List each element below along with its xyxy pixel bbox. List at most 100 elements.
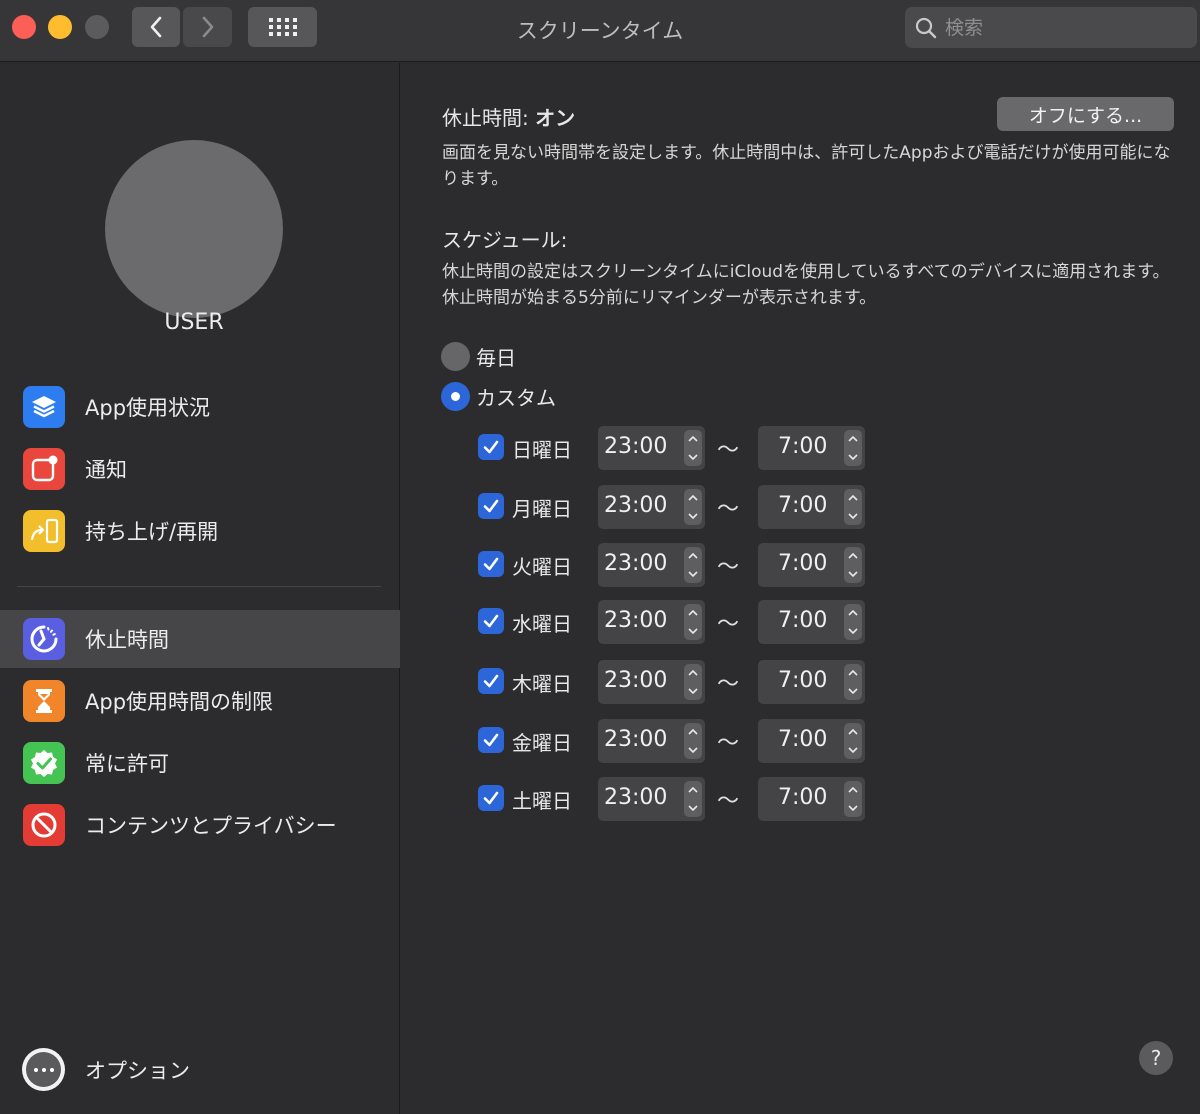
search-input[interactable] — [945, 16, 1185, 39]
time-stepper[interactable] — [844, 723, 862, 759]
time-stepper[interactable] — [684, 604, 702, 640]
time-separator: 〜 — [717, 612, 740, 637]
title-bar: スクリーンタイム — [0, 0, 1200, 62]
day-label: 木曜日 — [512, 672, 572, 696]
time-stepper[interactable] — [844, 489, 862, 525]
time-separator: 〜 — [717, 789, 740, 814]
end-time-field[interactable]: 7:00 — [758, 485, 865, 529]
sidebar-item-app-limits[interactable]: App使用時間の制限 — [0, 672, 400, 730]
start-time-value[interactable]: 23:00 — [604, 434, 667, 459]
time-stepper[interactable] — [844, 430, 862, 466]
day-label: 金曜日 — [512, 731, 572, 755]
end-time-field[interactable]: 7:00 — [758, 777, 865, 821]
end-time-value[interactable]: 7:00 — [778, 727, 827, 752]
sidebar-item-downtime[interactable]: 休止時間 — [0, 610, 400, 668]
sidebar-divider — [17, 586, 381, 587]
options-label[interactable]: オプション — [85, 1055, 190, 1085]
start-time-value[interactable]: 23:00 — [604, 785, 667, 810]
radio-button[interactable] — [441, 341, 470, 371]
time-stepper[interactable] — [844, 604, 862, 640]
help-button[interactable]: ? — [1139, 1041, 1173, 1075]
end-time-value[interactable]: 7:00 — [778, 493, 827, 518]
day-checkbox[interactable] — [478, 727, 504, 753]
day-checkbox[interactable] — [478, 434, 504, 460]
time-stepper[interactable] — [684, 723, 702, 759]
day-checkbox[interactable] — [478, 493, 504, 519]
day-row: 月曜日 23:00 〜 7:00 — [478, 485, 878, 529]
end-time-value[interactable]: 7:00 — [778, 608, 827, 633]
checkmark-icon — [483, 733, 499, 747]
time-stepper[interactable] — [684, 430, 702, 466]
start-time-field[interactable]: 23:00 — [598, 485, 705, 529]
avatar[interactable] — [105, 140, 283, 318]
downtime-panel: 休止時間: オン オフにする... 画面を見ない時間帯を設定します。休止時間中は… — [401, 63, 1200, 1114]
time-stepper[interactable] — [844, 664, 862, 700]
time-separator: 〜 — [717, 438, 740, 463]
radio-everyday[interactable]: 毎日 — [441, 341, 516, 371]
end-time-field[interactable]: 7:00 — [758, 426, 865, 470]
start-time-field[interactable]: 23:00 — [598, 426, 705, 470]
time-separator: 〜 — [717, 731, 740, 756]
start-time-field[interactable]: 23:00 — [598, 660, 705, 704]
notification-icon — [23, 448, 65, 490]
start-time-field[interactable]: 23:00 — [598, 777, 705, 821]
end-time-field[interactable]: 7:00 — [758, 543, 865, 587]
time-stepper[interactable] — [684, 547, 702, 583]
time-stepper[interactable] — [684, 489, 702, 525]
time-stepper[interactable] — [684, 664, 702, 700]
end-time-field[interactable]: 7:00 — [758, 600, 865, 644]
day-checkbox[interactable] — [478, 785, 504, 811]
start-time-field[interactable]: 23:00 — [598, 600, 705, 644]
day-row: 水曜日 23:00 〜 7:00 — [478, 600, 878, 644]
day-row: 土曜日 23:00 〜 7:00 — [478, 777, 878, 821]
restriction-icon — [23, 804, 65, 846]
time-stepper[interactable] — [844, 547, 862, 583]
day-label: 月曜日 — [512, 497, 572, 521]
day-label: 土曜日 — [512, 789, 572, 813]
search-field[interactable] — [905, 7, 1197, 48]
checkmark-icon — [483, 499, 499, 513]
start-time-value[interactable]: 23:00 — [604, 493, 667, 518]
sidebar-item-app-usage[interactable]: App使用状況 — [0, 378, 400, 436]
start-time-value[interactable]: 23:00 — [604, 668, 667, 693]
sidebar-item-notifications[interactable]: 通知 — [0, 440, 400, 498]
day-label: 火曜日 — [512, 555, 572, 579]
downtime-status-value: オン — [535, 106, 576, 130]
checkmark-icon — [483, 791, 499, 805]
radio-custom[interactable]: カスタム — [441, 381, 556, 411]
day-row: 火曜日 23:00 〜 7:00 — [478, 543, 878, 587]
time-separator: 〜 — [717, 672, 740, 697]
start-time-value[interactable]: 23:00 — [604, 608, 667, 633]
sidebar-item-label: 常に許可 — [85, 752, 169, 776]
checkmark-icon — [483, 440, 499, 454]
end-time-value[interactable]: 7:00 — [778, 668, 827, 693]
day-checkbox[interactable] — [478, 551, 504, 577]
sidebar-item-pickups[interactable]: 持ち上げ/再開 — [0, 502, 400, 560]
day-checkbox[interactable] — [478, 668, 504, 694]
schedule-title: スケジュール: — [442, 228, 568, 252]
end-time-value[interactable]: 7:00 — [778, 434, 827, 459]
start-time-field[interactable]: 23:00 — [598, 543, 705, 587]
start-time-value[interactable]: 23:00 — [604, 727, 667, 752]
downtime-status-label: 休止時間: — [442, 106, 529, 130]
day-checkbox[interactable] — [478, 608, 504, 634]
end-time-value[interactable]: 7:00 — [778, 551, 827, 576]
checkmark-badge-icon — [23, 742, 65, 784]
hourglass-icon — [23, 680, 65, 722]
turn-off-button[interactable]: オフにする... — [997, 97, 1174, 131]
time-stepper[interactable] — [844, 781, 862, 817]
sidebar-item-label: 通知 — [85, 458, 127, 482]
checkmark-icon — [483, 557, 499, 571]
time-stepper[interactable] — [684, 781, 702, 817]
end-time-field[interactable]: 7:00 — [758, 660, 865, 704]
options-button[interactable] — [22, 1048, 65, 1091]
sidebar-item-content-privacy[interactable]: コンテンツとプライバシー — [0, 796, 400, 854]
ellipsis-icon — [26, 1052, 61, 1087]
end-time-value[interactable]: 7:00 — [778, 785, 827, 810]
radio-button-selected[interactable] — [441, 381, 470, 411]
sidebar-item-always-allowed[interactable]: 常に許可 — [0, 734, 400, 792]
start-time-field[interactable]: 23:00 — [598, 719, 705, 763]
end-time-field[interactable]: 7:00 — [758, 719, 865, 763]
checkmark-icon — [483, 614, 499, 628]
start-time-value[interactable]: 23:00 — [604, 551, 667, 576]
